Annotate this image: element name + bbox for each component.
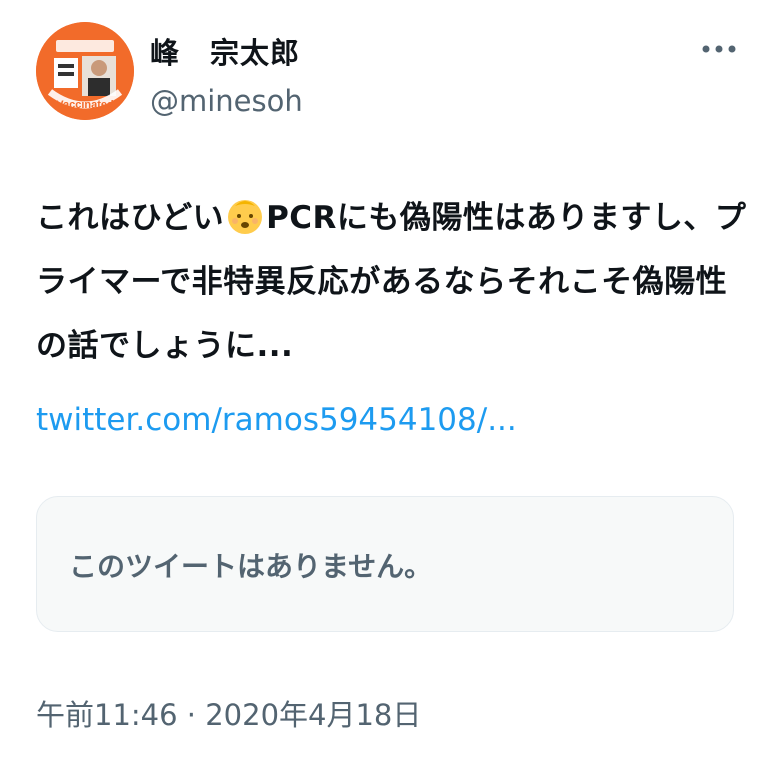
tweet-text-line-1: これはひどい PCRにも偽陽性はありますし、プ [36, 186, 746, 250]
tweet-link[interactable]: twitter.com/ramos59454108/... [36, 402, 517, 438]
author-handle[interactable]: @minesoh [150, 84, 303, 118]
tweet-text-segment: これはひどい [36, 200, 225, 236]
avatar-label: Vaccinated [56, 99, 113, 111]
tweet-text: これはひどい PCRにも偽陽性はありますし、プ ライマーで非特異反応があるならそ… [36, 186, 746, 378]
tweet-text-segment: PCRにも偽陽性はありますし、プ [266, 200, 747, 236]
author-display-name[interactable]: 峰 宗太郎 [150, 30, 300, 72]
tweet-text-line-3: の話でしょうに... [36, 328, 294, 364]
more-horizontal-icon[interactable] [696, 34, 742, 64]
baby-face-emoji-icon [228, 200, 263, 234]
avatar[interactable]: Vaccinated [36, 22, 134, 120]
tweet-text-line-2: ライマーで非特異反応があるならそれこそ偽陽性 [36, 264, 728, 300]
avatar-image: Vaccinated [36, 22, 134, 120]
quoted-tweet-message: このツイートはありません。 [69, 550, 433, 583]
quoted-tweet-unavailable[interactable]: このツイートはありません。 [36, 496, 734, 632]
tweet-card: Vaccinated 峰 宗太郎 @minesoh これはひどい PCRにも偽陽… [0, 0, 768, 768]
tweet-timestamp[interactable]: 午前11:46 · 2020年4月18日 [36, 692, 421, 734]
